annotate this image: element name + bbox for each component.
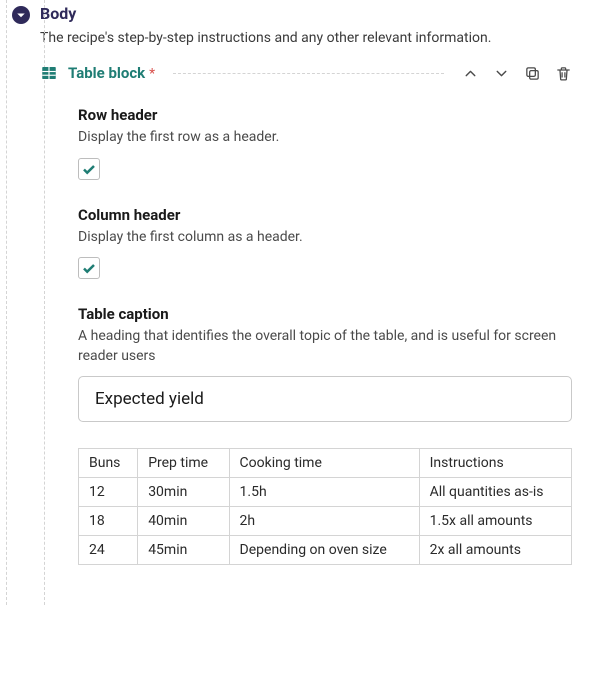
block-title: Table block: [68, 64, 145, 82]
row-header-field: Row header Display the first row as a he…: [78, 106, 572, 180]
table-cell[interactable]: Prep time: [138, 449, 229, 478]
table-cell[interactable]: Cooking time: [229, 449, 419, 478]
field-label: Row header: [78, 106, 572, 124]
table-cell[interactable]: 2h: [229, 507, 419, 536]
duplicate-button[interactable]: [524, 65, 541, 82]
check-icon: [81, 260, 97, 276]
delete-button[interactable]: [555, 65, 572, 82]
table-cell[interactable]: Buns: [79, 449, 138, 478]
field-label: Table caption: [78, 305, 572, 323]
collapse-toggle[interactable]: [12, 6, 30, 24]
table-cell[interactable]: 18: [79, 507, 138, 536]
table-row: Buns Prep time Cooking time Instructions: [79, 449, 572, 478]
table-row: 24 45min Depending on oven size 2x all a…: [79, 536, 572, 565]
table-cell[interactable]: 40min: [138, 507, 229, 536]
table-cell[interactable]: 12: [79, 478, 138, 507]
table-cell[interactable]: Instructions: [419, 449, 571, 478]
row-header-checkbox[interactable]: [78, 158, 100, 180]
table-cell[interactable]: 30min: [138, 478, 229, 507]
table-cell[interactable]: 2x all amounts: [419, 536, 571, 565]
check-icon: [81, 161, 97, 177]
field-description: A heading that identifies the overall to…: [78, 327, 572, 366]
field-description: Display the first column as a header.: [78, 228, 572, 248]
move-up-button[interactable]: [462, 65, 479, 82]
table-row: 18 40min 2h 1.5x all amounts: [79, 507, 572, 536]
table-icon: [40, 64, 58, 82]
chevron-down-icon: [15, 9, 27, 21]
move-down-button[interactable]: [493, 65, 510, 82]
table-cell[interactable]: 1.5h: [229, 478, 419, 507]
table-caption-field: Table caption A heading that identifies …: [78, 305, 572, 422]
column-header-checkbox[interactable]: [78, 257, 100, 279]
section-title: Body: [40, 4, 76, 23]
required-indicator: *: [149, 66, 155, 82]
table-cell[interactable]: All quantities as-is: [419, 478, 571, 507]
yield-table[interactable]: Buns Prep time Cooking time Instructions…: [78, 448, 572, 565]
field-label: Column header: [78, 206, 572, 224]
section-description: The recipe's step-by-step instructions a…: [40, 30, 600, 46]
table-cell[interactable]: 45min: [138, 536, 229, 565]
table-caption-input[interactable]: [78, 376, 572, 422]
column-header-field: Column header Display the first column a…: [78, 206, 572, 280]
table-row: 12 30min 1.5h All quantities as-is: [79, 478, 572, 507]
divider: [173, 73, 444, 74]
table-cell[interactable]: Depending on oven size: [229, 536, 419, 565]
field-description: Display the first row as a header.: [78, 128, 572, 148]
table-cell[interactable]: 1.5x all amounts: [419, 507, 571, 536]
table-cell[interactable]: 24: [79, 536, 138, 565]
